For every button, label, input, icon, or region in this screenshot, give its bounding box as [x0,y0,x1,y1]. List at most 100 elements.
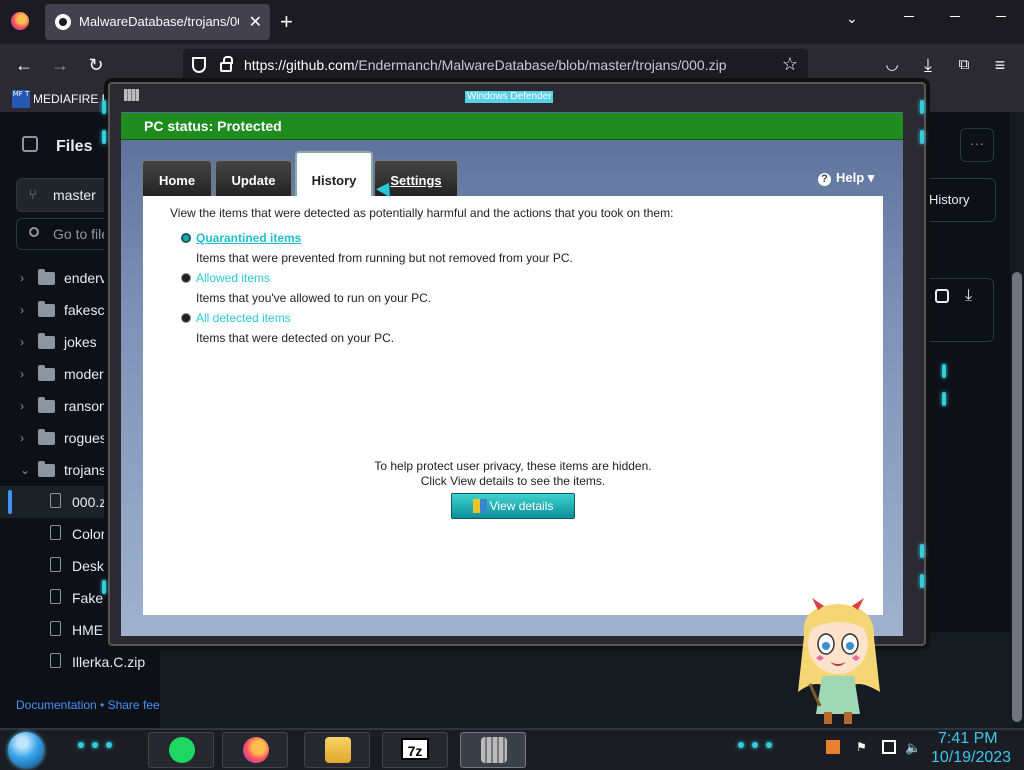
start-button[interactable] [8,732,44,768]
firefox-icon [243,737,269,763]
more-options-button[interactable]: ··· [960,128,994,162]
minimize-button[interactable] [886,0,932,34]
close-window-button[interactable] [978,0,1024,34]
radio-quarantined[interactable] [181,233,191,243]
taskbar-light [738,742,744,748]
folder-icon [38,429,55,445]
folder-icon [38,269,55,285]
taskbar-7zip[interactable]: 7z [382,732,448,768]
search-icon [29,227,39,237]
radio-all-detected[interactable] [181,313,191,323]
option-description: Items that you've allowed to run on your… [196,291,432,305]
mediafire-bookmark-icon: MF T [12,90,30,108]
folder-icon [38,397,55,413]
taskbar-light [92,742,98,748]
taskbar-light [106,742,112,748]
tab-history[interactable]: History [295,151,373,198]
chevron-right-icon: › [20,399,24,413]
sidebar-toggle-icon[interactable] [22,136,38,152]
option-description: Items that were prevented from running b… [196,251,573,265]
download-icon[interactable]: ⤓ [965,287,972,305]
clock-date[interactable]: 10/19/2023 [931,749,1011,767]
clock-time[interactable]: 7:41 PM [938,730,998,748]
defender-window-icon [124,89,139,101]
taskbar-light [752,742,758,748]
frame-light [102,580,106,594]
files-heading: Files [56,138,93,155]
frame-light [102,130,106,144]
docs-footer-link[interactable]: Documentation • Share fee [16,698,160,712]
code-view-area [160,632,1024,728]
firefox-logo-icon[interactable] [11,12,29,30]
pocket-icon[interactable]: ◡ [880,53,904,77]
browser-nav-bar: ← → ↻ https://github.com/Endermanch/Malw… [0,44,1024,86]
menu-hamburger-icon[interactable]: ≡ [988,53,1012,77]
copy-icon[interactable] [935,289,949,303]
forward-arrow-icon[interactable]: → [48,53,72,77]
taskbar-spotify[interactable] [148,732,214,768]
extensions-icon[interactable]: ⧉ [952,53,976,77]
chevron-right-icon: › [20,271,24,285]
tab-close-icon[interactable]: ✕ [249,12,262,32]
browser-tab[interactable]: MalwareDatabase/trojans/000.z ✕ [45,4,270,40]
file-explorer-icon [325,737,351,763]
help-question-icon: ? [818,173,831,186]
git-branch-icon: ⑂ [29,187,37,202]
history-panel: View the items that were detected as pot… [143,196,883,615]
tab-update[interactable]: Update [215,160,292,197]
frame-light [920,544,924,558]
network-icon[interactable] [882,740,896,754]
volume-icon[interactable]: 🔈 [905,740,921,755]
pc-status-text: PC status: Protected [144,118,282,134]
folder-open-icon [38,461,55,477]
7zip-icon: 7z [401,738,429,760]
frame-light [942,364,946,378]
tree-item[interactable]: Illerka.C.zip [0,646,160,678]
spotify-icon [169,737,195,763]
file-icon [50,525,61,540]
tray-app-icon[interactable] [826,740,840,754]
window-title: Windows Defender [465,91,554,103]
option-all-detected-items[interactable]: All detected items [196,311,291,325]
maximize-button[interactable] [932,0,978,34]
uac-shield-icon [472,499,487,513]
scrollbar-thumb[interactable] [1012,272,1022,722]
taskbar-file-explorer[interactable] [304,732,370,768]
lock-icon[interactable] [220,56,233,72]
option-allowed-items[interactable]: Allowed items [196,271,270,285]
tab-list-chevron-icon[interactable]: ⌄ [846,10,858,27]
back-arrow-icon[interactable]: ← [12,53,36,77]
action-center-flag-icon[interactable]: ⚑ [856,740,870,754]
history-intro: View the items that were detected as pot… [170,206,674,220]
help-menu[interactable]: ? Help ▾ [818,170,874,186]
browser-tab-strip: MalwareDatabase/trojans/000.z ✕ + ⌄ [0,0,1024,44]
cartoon-character-sticker [798,598,880,724]
new-tab-button[interactable]: + [280,9,293,35]
file-icon [50,557,61,572]
tracking-shield-icon[interactable] [192,57,206,73]
frame-light [920,100,924,114]
downloads-icon[interactable]: ⤓ [916,53,940,77]
url-text: https://github.com/Endermanch/MalwareDat… [244,57,727,73]
option-quarantined-items[interactable]: Quarantined items [196,231,301,245]
taskbar: 7z ⚑ 🔈 7:41 PM 10/19/2023 [0,728,1024,770]
option-description: Items that were detected on your PC. [196,331,395,345]
reload-icon[interactable]: ↻ [84,53,108,77]
bookmark-mediafire[interactable]: MEDIAFIRE R [33,92,110,106]
privacy-notice: To help protect user privacy, these item… [374,459,652,488]
github-favicon-icon [55,14,71,30]
file-icon [50,493,61,508]
chevron-down-icon: ⌄ [20,463,31,477]
taskbar-firefox[interactable] [222,732,288,768]
frame-light [102,100,106,114]
active-marker [8,490,12,514]
frame-light [920,130,924,144]
view-details-button[interactable]: View details [451,493,575,519]
bookmark-star-icon[interactable]: ☆ [782,54,798,75]
tab-home[interactable]: Home [142,160,212,197]
frame-light [920,574,924,588]
taskbar-light [766,742,772,748]
taskbar-defender[interactable] [460,732,526,768]
address-bar[interactable]: https://github.com/Endermanch/MalwareDat… [183,49,808,81]
radio-allowed[interactable] [181,273,191,283]
